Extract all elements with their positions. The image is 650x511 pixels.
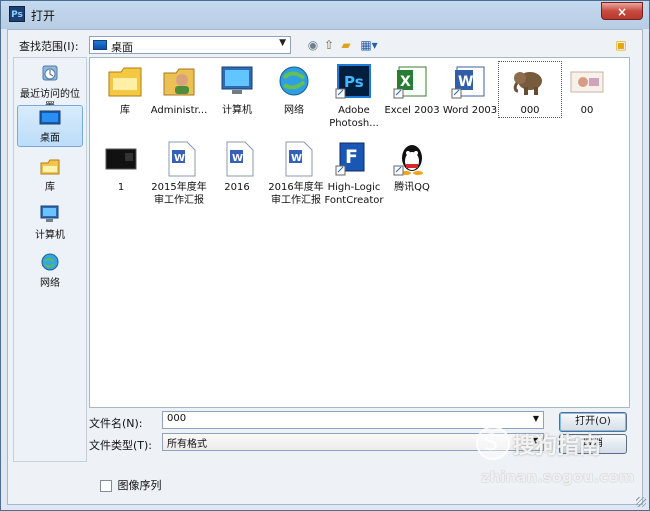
place-library[interactable]: 库	[17, 155, 83, 197]
user-folder-icon	[159, 62, 199, 102]
place-desktop[interactable]: 桌面	[17, 105, 83, 147]
word-shortcut-icon: W	[450, 62, 490, 102]
places-sidebar: 最近访问的位置 桌面 库 计算机 网络	[13, 57, 87, 462]
svg-text:X: X	[400, 74, 411, 90]
file-item-report-2016[interactable]: W 2016年度年审工作汇报	[265, 139, 327, 207]
file-item-report-2015[interactable]: W 2015年度年审工作汇报	[148, 139, 210, 207]
look-in-label: 查找范围(I):	[19, 40, 79, 53]
file-label: Excel 2003	[384, 105, 440, 116]
file-item-excel[interactable]: X Excel 2003	[381, 62, 443, 117]
file-item-computer[interactable]: 计算机	[206, 62, 268, 117]
place-label: 计算机	[35, 230, 65, 241]
file-label: 00	[580, 105, 594, 116]
image-sequence-option[interactable]: 图像序列	[100, 477, 162, 493]
svg-text:W: W	[174, 153, 185, 164]
svg-text:W: W	[458, 74, 473, 90]
title-bar: Ps 打开 ×	[1, 1, 649, 27]
recent-places-icon	[38, 62, 62, 86]
up-folder-button[interactable]: ⇧	[321, 37, 337, 53]
svg-text:W: W	[291, 153, 302, 164]
dialog-title: 打开	[31, 9, 56, 23]
file-name-value: 000	[167, 413, 187, 424]
wps-document-icon: W	[217, 139, 257, 179]
sogou-symbol-icon: S	[484, 431, 498, 456]
file-item-library[interactable]: 库	[94, 62, 156, 117]
photo-thumbnail-icon	[567, 62, 607, 102]
open-dialog: Ps 打开 × 查找范围(I): 桌面 ▼ ◉ ⇧ ▰ ▦▾ ▣ 最近访问的位置…	[0, 0, 650, 511]
look-in-select[interactable]: 桌面 ▼	[89, 36, 291, 54]
file-item-word[interactable]: W Word 2003	[439, 62, 501, 117]
file-item-network[interactable]: 网络	[263, 62, 325, 117]
place-network[interactable]: 网络	[17, 251, 83, 293]
create-folder-button[interactable]: ▣	[613, 37, 629, 53]
image-sequence-label: 图像序列	[117, 479, 162, 492]
svg-text:F: F	[345, 146, 358, 168]
elephant-image-icon	[510, 62, 550, 102]
file-label: 2016年度年审工作汇报	[268, 182, 324, 206]
library-folder-icon	[105, 62, 145, 102]
watermark-url: zhinan.sogou.com	[481, 468, 635, 486]
desktop-icon	[93, 40, 107, 50]
computer-icon	[38, 203, 62, 227]
file-item-2016[interactable]: W 2016	[206, 139, 268, 194]
place-label: 网络	[40, 278, 60, 289]
resize-grip[interactable]	[636, 497, 646, 507]
view-menu-icon: ▦▾	[360, 38, 378, 52]
place-label: 桌面	[40, 133, 60, 144]
file-item-00[interactable]: 00	[556, 62, 618, 117]
qq-penguin-icon	[392, 139, 432, 179]
file-item-fontcreator[interactable]: F High-Logic FontCreator	[323, 139, 385, 207]
file-type-value: 所有格式	[167, 439, 207, 450]
file-label: 库	[120, 105, 130, 116]
file-item-administrator[interactable]: Administr...	[148, 62, 210, 117]
network-globe-icon	[274, 62, 314, 102]
back-icon: ◉	[307, 38, 319, 52]
file-label: High-Logic FontCreator	[324, 182, 384, 206]
black-tablet-icon	[101, 139, 141, 179]
library-icon	[38, 155, 62, 179]
place-label: 库	[45, 182, 55, 193]
image-sequence-checkbox[interactable]	[100, 480, 112, 492]
chevron-down-icon: ▼	[279, 38, 286, 48]
photoshop-shortcut-icon: Ps	[334, 62, 374, 102]
desktop-icon	[38, 106, 62, 130]
file-name-label: 文件名(N):	[89, 417, 143, 430]
watermark-brand: 搜狗指南	[513, 434, 602, 459]
back-button[interactable]: ◉	[305, 37, 321, 53]
file-item-1[interactable]: 1	[90, 139, 152, 194]
svg-text:W: W	[232, 153, 243, 164]
file-label: 2016	[224, 182, 250, 193]
new-folder-icon: ▰	[341, 38, 351, 52]
file-label: Administr...	[150, 105, 208, 116]
svg-text:Ps: Ps	[344, 73, 364, 91]
place-recent[interactable]: 最近访问的位置	[17, 62, 83, 113]
folder-plus-icon: ▣	[615, 38, 627, 52]
file-label: 1	[117, 182, 125, 193]
file-item-qq[interactable]: 腾讯QQ	[381, 139, 443, 194]
file-label: 2015年度年审工作汇报	[151, 182, 207, 206]
up-folder-icon: ⇧	[323, 38, 335, 52]
file-label: 网络	[284, 105, 304, 116]
place-computer[interactable]: 计算机	[17, 203, 83, 245]
fontcreator-shortcut-icon: F	[334, 139, 374, 179]
close-button[interactable]: ×	[601, 2, 643, 20]
file-label: 000	[520, 105, 540, 116]
wps-document-icon: W	[159, 139, 199, 179]
file-type-label: 文件类型(T):	[89, 439, 153, 452]
file-item-photoshop[interactable]: Ps Adobe Photosh...	[323, 62, 385, 130]
network-icon	[38, 251, 62, 275]
file-label: 腾讯QQ	[394, 182, 430, 193]
file-label: Adobe Photosh...	[329, 105, 379, 129]
wps-document-icon: W	[276, 139, 316, 179]
computer-icon	[217, 62, 257, 102]
new-folder-button[interactable]: ▰	[338, 37, 354, 53]
view-menu-button[interactable]: ▦▾	[358, 37, 380, 53]
photoshop-icon: Ps	[9, 6, 25, 22]
file-item-000[interactable]: 000	[498, 61, 562, 118]
file-label: Word 2003	[442, 105, 498, 116]
excel-shortcut-icon: X	[392, 62, 432, 102]
look-in-value: 桌面	[111, 41, 133, 54]
file-label: 计算机	[222, 105, 252, 116]
chevron-down-icon: ▼	[532, 414, 539, 423]
